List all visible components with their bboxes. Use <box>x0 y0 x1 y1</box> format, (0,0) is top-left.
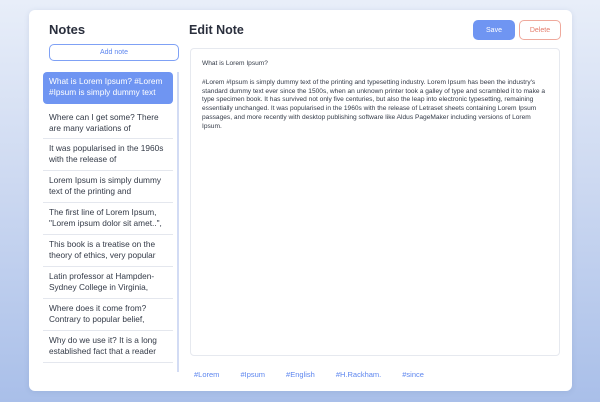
editor-panel: Edit Note Save Delete What is Lorem Ipsu… <box>189 10 572 391</box>
delete-button[interactable]: Delete <box>519 20 561 40</box>
list-item[interactable]: What is Lorem Ipsum? #Lorem #Ipsum is si… <box>43 72 173 104</box>
sidebar-title: Notes <box>49 22 86 37</box>
page-title: Edit Note <box>189 23 244 37</box>
tag-link[interactable]: #English <box>286 370 315 382</box>
list-item[interactable]: This book is a treatise on the theory of… <box>43 235 173 267</box>
tag-list: #Lorem #Ipsum #English #H.Rackham. #since <box>194 370 445 382</box>
list-item[interactable]: Lorem Ipsum is simply dummy text of the … <box>43 171 173 203</box>
list-item[interactable]: Why do we use it? It is a long establish… <box>43 331 173 363</box>
note-body: #Lorem #Ipsum is simply dummy text of th… <box>202 78 546 130</box>
save-button[interactable]: Save <box>473 20 515 40</box>
note-heading-line: What is Lorem Ipsum? <box>202 60 268 67</box>
tag-link[interactable]: #Ipsum <box>240 370 265 382</box>
list-item[interactable]: Where does it come from? Contrary to pop… <box>43 299 173 331</box>
list-item[interactable]: The first line of Lorem Ipsum, "Lorem ip… <box>43 203 173 235</box>
note-editor[interactable]: What is Lorem Ipsum? #Lorem #Ipsum is si… <box>190 48 560 356</box>
note-list[interactable]: What is Lorem Ipsum? #Lorem #Ipsum is si… <box>39 72 179 372</box>
sidebar: Notes Add note What is Lorem Ipsum? #Lor… <box>39 10 209 391</box>
list-item[interactable]: It was popularised in the 1960s with the… <box>43 139 173 171</box>
list-item[interactable]: Latin professor at Hampden-Sydney Colleg… <box>43 267 173 299</box>
add-note-button[interactable]: Add note <box>49 44 179 61</box>
list-item[interactable]: Where can I get some? There are many var… <box>43 106 173 139</box>
tag-link[interactable]: #H.Rackham. <box>336 370 381 382</box>
app-card: Notes Add note What is Lorem Ipsum? #Lor… <box>29 10 572 391</box>
tag-link[interactable]: #Lorem <box>194 370 219 382</box>
tag-link[interactable]: #since <box>402 370 424 382</box>
